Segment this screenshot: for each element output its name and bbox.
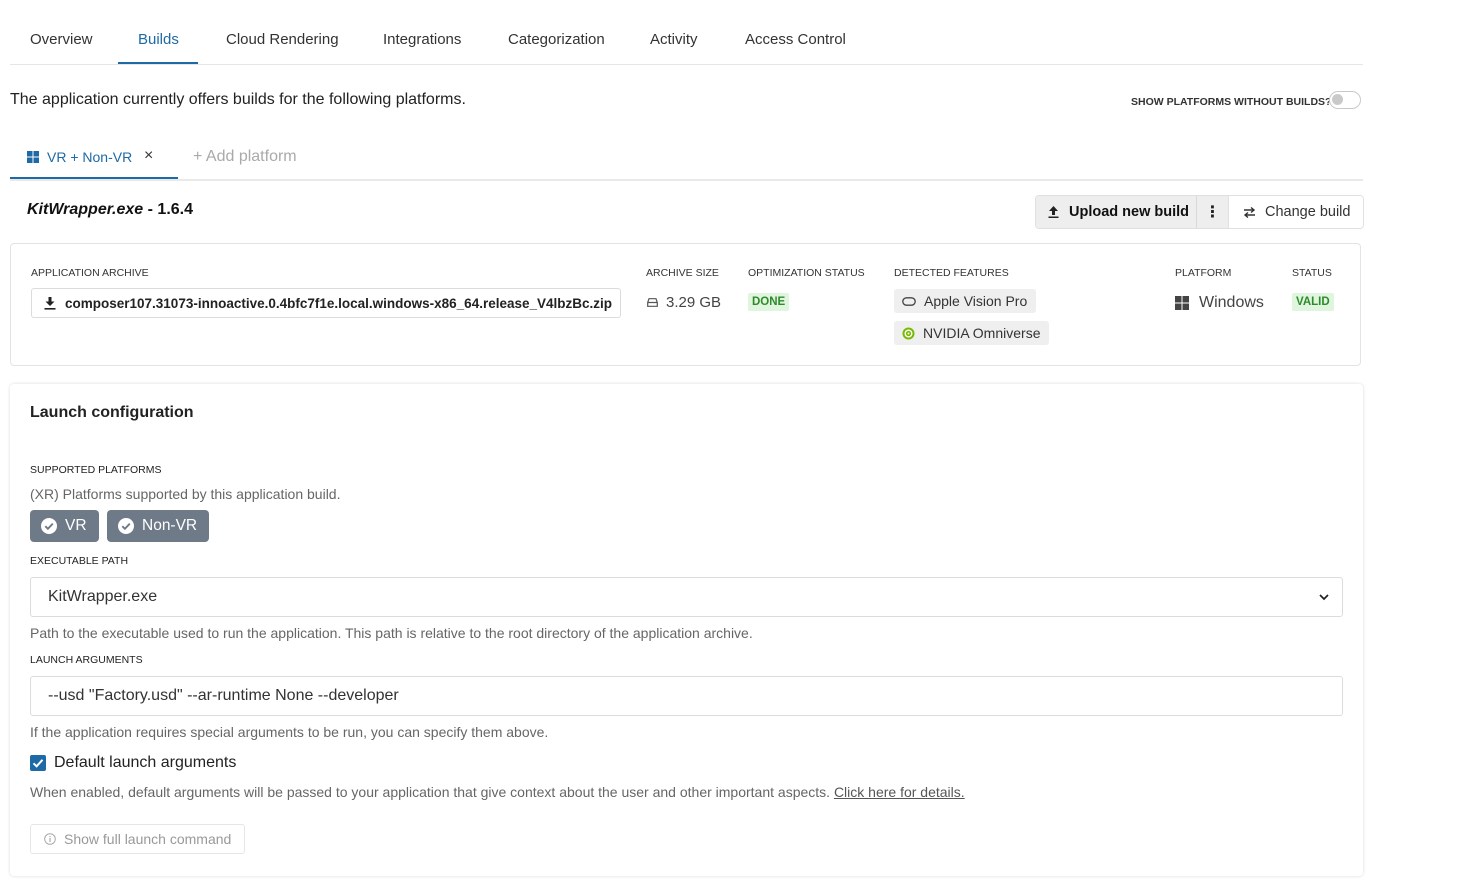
tab-categorization[interactable]: Categorization (508, 31, 605, 48)
feature-label: NVIDIA Omniverse (923, 325, 1041, 341)
archive-size-label: ARCHIVE SIZE (646, 267, 719, 279)
checkmark-icon (32, 759, 44, 768)
info-icon (44, 833, 56, 845)
vision-pro-icon (902, 296, 916, 306)
check-circle-icon (118, 518, 134, 534)
builds-intro-text: The application currently offers builds … (10, 91, 466, 108)
platform-label: PLATFORM (1175, 267, 1232, 279)
executable-path-label: EXECUTABLE PATH (30, 555, 129, 567)
tab-access-control[interactable]: Access Control (745, 31, 846, 48)
default-arguments-help: When enabled, default arguments will be … (30, 784, 965, 800)
windows-icon (1175, 296, 1189, 310)
optimization-status-badge: DONE (748, 293, 790, 311)
feature-nvidia-omniverse: NVIDIA Omniverse (894, 321, 1050, 345)
archive-card: APPLICATION ARCHIVE ARCHIVE SIZE OPTIMIZ… (10, 243, 1361, 366)
platform-tab-vr-nonvr[interactable]: VR + Non-VR × (10, 140, 178, 179)
toggle-knob (1332, 94, 1343, 105)
status-label: STATUS (1292, 267, 1332, 279)
change-build-button[interactable]: Change build (1228, 196, 1363, 228)
build-actions: Upload new build ⋮ Change build (1035, 195, 1364, 229)
detected-features-label: DETECTED FEATURES (894, 267, 1009, 279)
optimization-status-label: OPTIMIZATION STATUS (748, 267, 865, 279)
main-tabs: Overview Builds Cloud Rendering Integrat… (10, 14, 1363, 65)
show-full-launch-command-button[interactable]: Show full launch command (30, 824, 246, 854)
platform-tabs: VR + Non-VR × + Add platform (10, 140, 1363, 181)
tab-cloud-rendering[interactable]: Cloud Rendering (226, 31, 339, 48)
build-title: KitWrapper.exe - 1.6.4 (27, 201, 193, 219)
disk-icon (647, 298, 658, 307)
supported-platforms-label: SUPPORTED PLATFORMS (30, 464, 162, 476)
feature-apple-vision-pro: Apple Vision Pro (894, 289, 1037, 313)
default-arguments-help-text: When enabled, default arguments will be … (30, 784, 831, 800)
default-launch-arguments-label: Default launch arguments (54, 754, 237, 771)
show-full-launch-command-label: Show full launch command (64, 831, 232, 847)
launch-configuration-card: Launch configuration SUPPORTED PLATFORMS… (10, 384, 1363, 876)
default-launch-arguments-checkbox[interactable] (30, 755, 46, 771)
platform-chip-label: Non-VR (142, 517, 198, 534)
windows-icon (27, 151, 39, 163)
archive-label: APPLICATION ARCHIVE (31, 267, 149, 279)
archive-size-value: 3.29 GB (666, 294, 722, 311)
add-platform-tab[interactable]: + Add platform (193, 148, 297, 166)
executable-path-value: KitWrapper.exe (48, 588, 158, 605)
download-icon (44, 296, 56, 310)
build-exe-name: KitWrapper.exe (27, 201, 144, 218)
more-options-button[interactable]: ⋮ (1196, 196, 1228, 228)
upload-new-build-button[interactable]: Upload new build (1036, 196, 1196, 228)
swap-icon (1243, 206, 1256, 218)
upload-new-build-label: Upload new build (1069, 204, 1190, 220)
platform-value: Windows (1175, 294, 1264, 312)
show-platforms-toggle[interactable] (1329, 91, 1361, 109)
launch-arguments-input[interactable]: --usd "Factory.usd" --ar-runtime None --… (30, 676, 1343, 716)
supported-platforms-help: (XR) Platforms supported by this applica… (30, 486, 341, 502)
upload-icon (1048, 206, 1059, 218)
show-platforms-toggle-label: SHOW PLATFORMS WITHOUT BUILDS? (1131, 96, 1332, 108)
archive-download-link[interactable]: composer107.31073-innoactive.0.4bfc7f1e.… (31, 288, 621, 318)
tab-integrations[interactable]: Integrations (383, 31, 461, 48)
platform-chip-non-vr[interactable]: Non-VR (107, 510, 210, 542)
omniverse-icon (902, 327, 915, 339)
tab-overview[interactable]: Overview (30, 31, 93, 48)
build-version: - 1.6.4 (143, 201, 194, 218)
tab-builds[interactable]: Builds (138, 31, 179, 48)
active-tab-indicator (118, 62, 198, 64)
platform-name: Windows (1199, 294, 1264, 311)
archive-size: 3.29 GB (647, 294, 721, 311)
launch-arguments-help: If the application requires special argu… (30, 724, 549, 740)
launch-arguments-label: LAUNCH ARGUMENTS (30, 654, 143, 666)
close-icon[interactable]: × (144, 147, 153, 165)
platform-chip-vr[interactable]: VR (30, 510, 99, 542)
platform-tab-label: VR + Non-VR (47, 149, 133, 165)
archive-file-name: composer107.31073-innoactive.0.4bfc7f1e.… (65, 295, 613, 311)
executable-path-help: Path to the executable used to run the a… (30, 625, 753, 641)
change-build-label: Change build (1265, 204, 1351, 220)
launch-arguments-value: --usd "Factory.usd" --ar-runtime None --… (48, 687, 399, 704)
platform-chip-label: VR (65, 517, 87, 534)
chevron-down-icon (1319, 594, 1329, 601)
executable-path-select[interactable]: KitWrapper.exe (30, 577, 1343, 617)
launch-configuration-title: Launch configuration (30, 404, 194, 421)
feature-label: Apple Vision Pro (924, 293, 1028, 309)
check-circle-icon (41, 518, 57, 534)
details-link[interactable]: Click here for details. (834, 784, 965, 800)
tab-activity[interactable]: Activity (650, 31, 698, 48)
status-badge: VALID (1292, 293, 1334, 311)
